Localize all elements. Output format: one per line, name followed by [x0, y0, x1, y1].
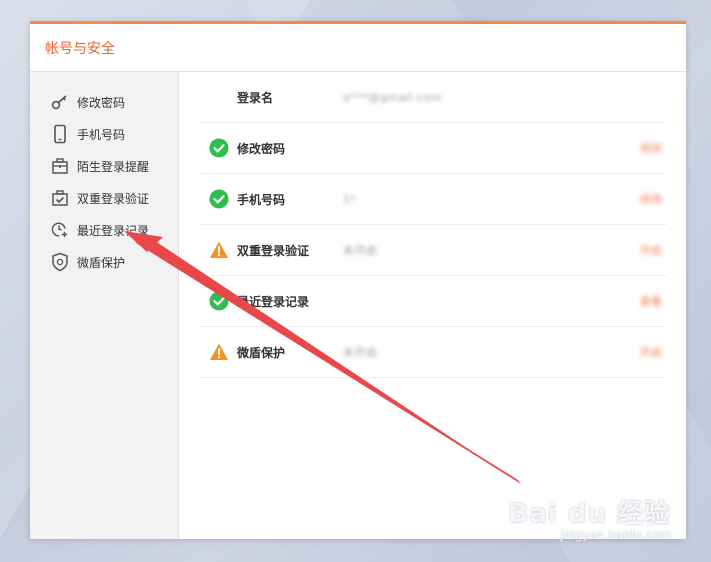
row-action-link[interactable]: 查看 [640, 293, 662, 309]
row-label: 手机号码 [237, 192, 286, 207]
sidebar-item-label: 双重登录验证 [77, 191, 150, 206]
check-circle-icon [209, 291, 229, 311]
row-label: 微盾保护 [237, 345, 286, 360]
sidebar: 修改密码 手机号码 陌生登录提醒 双重登录验证 最近登录记录 微盾保护 [30, 72, 179, 539]
row-micro-shield: 微盾保护 未开启 开启 [199, 327, 666, 378]
warning-triangle-icon [209, 240, 229, 260]
row-action-link[interactable]: 修改 [640, 191, 662, 207]
sidebar-item-unfamiliar-login-alert[interactable]: 陌生登录提醒 [30, 150, 178, 182]
briefcase-check-icon [51, 188, 69, 208]
row-action-link[interactable]: 开启 [640, 242, 662, 258]
row-label: 登录名 [237, 90, 274, 105]
row-two-step-verification: 双重登录验证 未开启 开启 [199, 225, 666, 276]
sidebar-item-micro-shield[interactable]: 微盾保护 [30, 246, 178, 278]
row-label: 最近登录记录 [237, 294, 310, 309]
sidebar-item-label: 最近登录记录 [77, 223, 150, 238]
sidebar-item-label: 微盾保护 [77, 255, 126, 270]
shield-icon [51, 252, 69, 272]
sidebar-item-phone-number[interactable]: 手机号码 [30, 118, 178, 150]
row-value: 未开启 [343, 346, 378, 359]
row-login-name: 登录名 a***@gmail.com [199, 72, 666, 123]
check-circle-icon [209, 189, 229, 209]
row-value: a***@gmail.com [343, 90, 442, 104]
phone-icon [51, 124, 69, 144]
window-header: 帐号与安全 [30, 24, 686, 72]
check-circle-icon [209, 138, 229, 158]
briefcase-alert-icon [51, 156, 69, 176]
account-security-window: 帐号与安全 修改密码 手机号码 陌生登录提醒 双重登录验证 最近登录记录 微盾保… [30, 21, 686, 539]
row-change-password: 修改密码 修改 [199, 123, 666, 174]
row-value: 未开启 [343, 244, 378, 257]
sidebar-item-label: 手机号码 [77, 127, 126, 142]
row-recent-login-records: 最近登录记录 查看 [199, 276, 666, 327]
sidebar-item-label: 陌生登录提醒 [77, 159, 150, 174]
key-icon [51, 92, 69, 112]
sidebar-item-two-step-verification[interactable]: 双重登录验证 [30, 182, 178, 214]
warning-triangle-icon [209, 342, 229, 362]
sidebar-item-recent-login-records[interactable]: 最近登录记录 [30, 214, 178, 246]
main-panel: 登录名 a***@gmail.com 修改密码 修改 手机号码 1* 修改 双重… [179, 72, 686, 539]
row-action-link[interactable]: 修改 [640, 140, 662, 156]
window-title: 帐号与安全 [45, 40, 115, 57]
row-value: 1* [343, 192, 357, 206]
status-spacer [209, 87, 229, 107]
row-label: 双重登录验证 [237, 243, 310, 258]
sidebar-item-label: 修改密码 [77, 95, 126, 110]
clock-plus-icon [51, 220, 69, 240]
row-phone-number: 手机号码 1* 修改 [199, 174, 666, 225]
window-body: 修改密码 手机号码 陌生登录提醒 双重登录验证 最近登录记录 微盾保护 登录名 … [30, 72, 686, 539]
sidebar-item-change-password[interactable]: 修改密码 [30, 86, 178, 118]
row-label: 修改密码 [237, 141, 286, 156]
row-action-link[interactable]: 开启 [640, 344, 662, 360]
